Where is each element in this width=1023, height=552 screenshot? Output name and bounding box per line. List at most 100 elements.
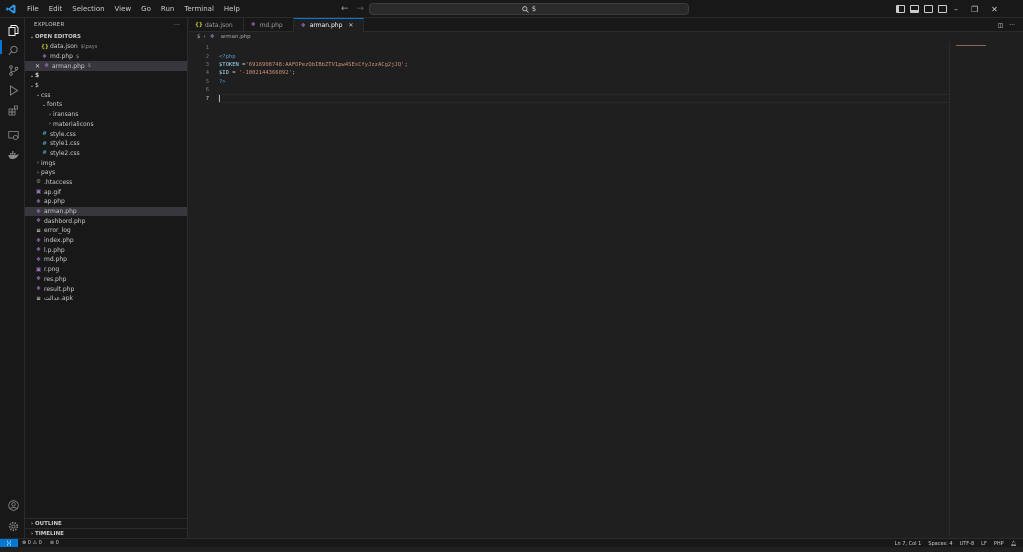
tree-file-item[interactable]: # style1.css (25, 139, 187, 149)
menu-selection[interactable]: Selection (67, 0, 109, 18)
open-editors-label: OPEN EDITORS (35, 34, 81, 40)
toggle-primary-sidebar-icon[interactable] (896, 5, 905, 13)
menu-edit[interactable]: Edit (44, 0, 68, 18)
open-editor-path: $ (75, 53, 80, 60)
file-encoding[interactable]: UTF-8 (960, 541, 975, 547)
tree-file-item[interactable]: ❖ md.php (25, 255, 187, 265)
open-editor-item[interactable]: ✕ ❖ arman.php $ (25, 61, 187, 72)
breadcrumb-file[interactable]: arman.php (221, 34, 251, 40)
search-view-icon[interactable] (7, 44, 19, 56)
close-tab-icon[interactable]: ✕ (348, 22, 353, 29)
code-text: $TOKEN ='6916908748:AAFOPezQbIBbZTV1pw4S… (219, 62, 408, 68)
toggle-panel-icon[interactable] (910, 5, 919, 13)
restore-icon[interactable]: ❐ (971, 5, 978, 14)
php-file-icon: ❖ (300, 22, 306, 29)
tree-file-item[interactable]: ❖ dashbord.php (25, 216, 187, 226)
open-editor-item[interactable]: {} data.json $\pays (25, 42, 187, 52)
run-and-debug-icon[interactable] (7, 84, 19, 96)
text-file-icon: ≡ (36, 295, 41, 302)
ports-status[interactable]: ⊚ 0 (50, 540, 59, 546)
image-file-icon: ▣ (35, 266, 42, 273)
tab-arman-php[interactable]: ❖ arman.php ✕ (293, 18, 365, 32)
more-actions-icon[interactable]: ··· (1009, 22, 1015, 29)
menu-run[interactable]: Run (156, 0, 179, 18)
open-editor-path: $ (87, 63, 91, 70)
code-editor[interactable]: 1 2 <?php 3 $TOKEN ='6916908748:AAFOPezQbIBb… (189, 44, 1023, 103)
manage-gear-icon[interactable] (7, 520, 19, 532)
explorer-header: EXPLORER ··· (25, 18, 187, 32)
outline-section-header[interactable]: › OUTLINE (25, 518, 188, 528)
editor-scrollbar[interactable] (949, 42, 950, 536)
open-editor-item[interactable]: ❖ md.php $ (25, 52, 187, 62)
end-of-line[interactable]: LF (981, 541, 987, 547)
extensions-icon[interactable] (7, 104, 19, 116)
menu-terminal[interactable]: Terminal (179, 0, 219, 18)
code-token: <?php (219, 53, 236, 60)
menu-go[interactable]: Go (136, 0, 156, 18)
customize-layout-icon[interactable] (938, 5, 947, 13)
current-line-highlight (218, 94, 950, 103)
menu-help[interactable]: Help (219, 0, 245, 18)
language-mode[interactable]: PHP (994, 541, 1004, 547)
navigation-arrows: ← → (341, 0, 364, 18)
menu-view[interactable]: View (110, 0, 137, 18)
problems-status[interactable]: ⊗ 0 ⚠ 0 (22, 540, 42, 546)
tree-item-label: r.png (44, 266, 60, 274)
close-window-icon[interactable]: ✕ (991, 5, 998, 14)
tree-file-item[interactable]: ❖ result.php (25, 284, 187, 294)
tree-file-item[interactable]: ❖ ap.php (25, 197, 187, 207)
tree-folder-item[interactable]: ⌄ fonts (25, 100, 187, 110)
tree-folder-item[interactable]: › pays (25, 168, 187, 178)
more-actions-icon[interactable]: ··· (174, 22, 180, 28)
tree-folder-item[interactable]: › iransans (25, 110, 187, 120)
tree-folder-item[interactable]: › imgs (25, 158, 187, 168)
tree-file-item[interactable]: ❖ index.php (25, 236, 187, 246)
tree-file-item[interactable]: # style.css (25, 129, 187, 139)
notifications-bell-icon[interactable]: 🔔︎ (1011, 541, 1017, 547)
tree-folder-item[interactable]: › materialicons (25, 120, 187, 130)
tab-md-php[interactable]: ❖ md.php (244, 18, 294, 32)
workspace-section-header[interactable]: ⌄ $ (25, 71, 187, 81)
tree-file-item[interactable]: ≡ error_log (25, 226, 187, 236)
tab-data-json[interactable]: {} data.json (189, 18, 244, 32)
command-center-search[interactable]: $ (369, 3, 689, 15)
tree-folder-item[interactable]: ⌄ css (25, 90, 187, 100)
error-count: 0 (27, 540, 31, 546)
code-line: 3 $TOKEN ='6916908748:AAFOPezQbIBbZTV1pw4… (189, 61, 1023, 69)
indentation[interactable]: Spaces: 4 (928, 541, 952, 547)
cursor-position[interactable]: Ln 7, Col 1 (895, 541, 922, 547)
minimize-icon[interactable]: – (954, 5, 958, 14)
tree-file-item[interactable]: ▣ ap.gif (25, 187, 187, 197)
tree-file-item[interactable]: ❖ res.php (25, 275, 187, 285)
accounts-icon[interactable] (7, 499, 19, 511)
outline-label: OUTLINE (35, 520, 62, 527)
tree-file-item[interactable]: ⚙ .htaccess (25, 178, 187, 188)
tree-file-item[interactable]: # style2.css (25, 149, 187, 159)
docker-icon[interactable] (7, 149, 19, 161)
split-editor-icon[interactable]: ◫ (998, 22, 1004, 29)
active-view-indicator (0, 40, 2, 54)
breadcrumb-folder[interactable]: $ (197, 34, 201, 40)
minimap[interactable] (956, 45, 994, 49)
tree-file-item[interactable]: ❖ l.p.php (25, 245, 187, 255)
tree-item-label: عدالت.apk (44, 295, 73, 303)
back-arrow-icon[interactable]: ← (341, 4, 349, 14)
close-editor-icon[interactable]: ✕ (35, 63, 40, 70)
vscode-logo-icon (0, 0, 22, 18)
remote-explorer-icon[interactable] (7, 129, 19, 141)
source-control-icon[interactable] (7, 64, 19, 76)
editor-actions: ◫ ··· (998, 18, 1015, 32)
forward-arrow-icon[interactable]: → (357, 4, 365, 14)
tree-file-item[interactable]: ≡ عدالت.apk (25, 294, 187, 304)
line-number: 5 (205, 78, 209, 85)
menu-file[interactable]: File (22, 0, 44, 18)
line-number: 3 (205, 61, 209, 68)
tree-file-item[interactable]: ❖ arman.php (25, 206, 187, 217)
css-file-icon: # (42, 140, 47, 147)
explorer-icon[interactable] (7, 24, 19, 36)
timeline-section-header[interactable]: › TIMELINE (25, 528, 188, 538)
open-editors-section-header[interactable]: ⌄ OPEN EDITORS (25, 32, 187, 42)
toggle-secondary-sidebar-icon[interactable] (924, 5, 933, 13)
tree-folder-item[interactable]: ⌄ $ (25, 81, 187, 91)
tree-file-item[interactable]: ▣ r.png (25, 265, 187, 275)
